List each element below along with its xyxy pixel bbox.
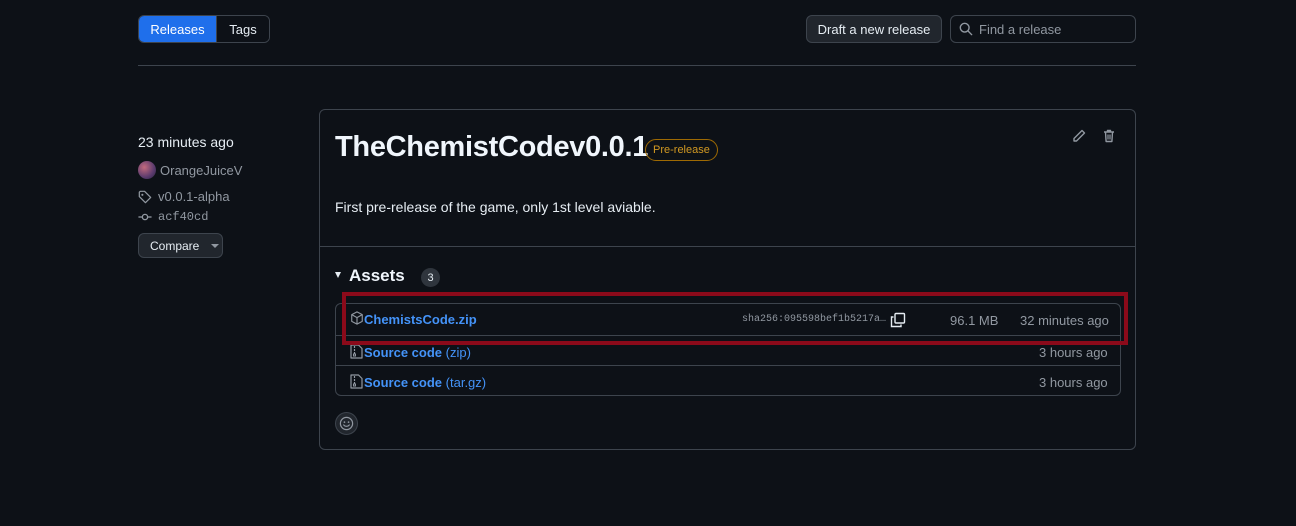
edit-release-button[interactable] bbox=[1071, 128, 1087, 149]
release-time: 23 minutes ago bbox=[138, 134, 234, 150]
release-description: First pre-release of the game, only 1st … bbox=[335, 199, 656, 215]
source-targz-time: 3 hours ago bbox=[1039, 375, 1108, 390]
releases-tags-toggle: Releases Tags bbox=[138, 15, 270, 43]
source-targz-ext: (tar.gz) bbox=[445, 375, 487, 390]
release-title[interactable]: TheChemistCodev0.0.1 bbox=[335, 131, 648, 164]
draft-release-button[interactable]: Draft a new release bbox=[806, 15, 942, 43]
commit-hash: acf40cd bbox=[158, 210, 209, 224]
card-divider bbox=[320, 246, 1135, 247]
source-zip-ext: (zip) bbox=[445, 345, 471, 360]
tag-link[interactable]: v0.0.1-alpha bbox=[138, 189, 230, 204]
add-reaction-button[interactable] bbox=[335, 412, 358, 435]
chevron-down-icon bbox=[211, 243, 220, 248]
highlight-box bbox=[342, 292, 1128, 345]
compare-button[interactable]: Compare bbox=[138, 233, 223, 258]
source-targz-name: Source code bbox=[364, 375, 443, 390]
author-name: OrangeJuiceV bbox=[160, 162, 243, 178]
releases-tab[interactable]: Releases bbox=[139, 16, 216, 42]
prerelease-badge: Pre-release bbox=[645, 139, 718, 161]
commit-link[interactable]: acf40cd bbox=[138, 210, 208, 224]
source-zip-link[interactable]: Source code (zip) bbox=[364, 345, 471, 360]
assets-toggle-icon[interactable] bbox=[335, 272, 341, 278]
header-divider bbox=[138, 65, 1136, 66]
delete-release-button[interactable] bbox=[1101, 128, 1117, 149]
author-link[interactable]: OrangeJuiceV bbox=[138, 161, 242, 179]
find-release-input[interactable] bbox=[979, 21, 1129, 37]
tag-name: v0.0.1-alpha bbox=[158, 189, 230, 204]
pencil-icon bbox=[1073, 129, 1086, 142]
source-zip-time: 3 hours ago bbox=[1039, 345, 1108, 360]
row-divider bbox=[336, 365, 1120, 366]
source-zip-name: Source code bbox=[364, 345, 443, 360]
tags-tab[interactable]: Tags bbox=[216, 16, 269, 42]
assets-heading[interactable]: Assets bbox=[349, 266, 405, 286]
assets-count-badge: 3 bbox=[421, 268, 440, 287]
tag-icon bbox=[138, 190, 152, 203]
source-targz-link[interactable]: Source code (tar.gz) bbox=[364, 375, 486, 390]
smiley-icon bbox=[339, 416, 354, 431]
file-zip-icon bbox=[350, 344, 363, 359]
commit-icon bbox=[138, 213, 152, 221]
find-release-search[interactable] bbox=[950, 15, 1136, 43]
compare-label: Compare bbox=[150, 238, 200, 253]
search-icon bbox=[959, 22, 973, 36]
avatar bbox=[138, 161, 156, 179]
file-zip-icon bbox=[350, 374, 363, 389]
trash-icon bbox=[1104, 129, 1114, 143]
